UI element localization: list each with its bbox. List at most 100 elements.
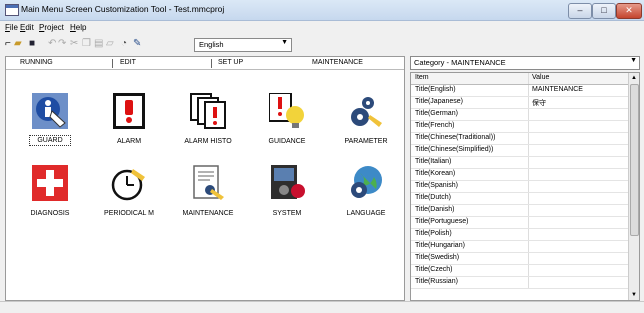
category-value: Category - MAINTENANCE [414,58,506,67]
property-row[interactable]: Title(English) MAINTENANCE [411,85,628,97]
category-tabs: RUNNING EDIT SET UP MAINTENANCE [6,57,404,70]
language-select[interactable]: English ▼ [194,38,292,52]
menu-preview-panel: RUNNING EDIT SET UP MAINTENANCE GUARD AL… [5,56,405,301]
property-value[interactable]: 保守 [532,98,546,108]
column-divider [528,253,529,264]
menu-item-alarm-history[interactable]: ALARM HISTO [170,93,240,163]
alarm-icon [113,93,145,129]
property-row[interactable]: Title(Japanese) 保守 [411,97,628,109]
property-row[interactable]: Title(Hungarian) [411,241,628,253]
property-row[interactable]: Title(Dutch) [411,193,628,205]
column-divider [528,265,529,276]
copy-icon[interactable]: ❐ [82,38,91,50]
guidance-icon [269,93,304,128]
menu-edit[interactable]: Edit [20,23,34,32]
alarm-history-icon [190,93,226,129]
close-button[interactable]: ✕ [616,3,642,19]
minimize-button[interactable]: – [568,3,592,19]
property-row[interactable]: Title(Korean) [411,169,628,181]
tab-divider [112,59,113,68]
cut-icon[interactable]: ✂ [70,38,78,50]
property-row[interactable]: Title(French) [411,121,628,133]
header-value: Value [532,74,550,81]
menu-item-diagnosis[interactable]: DIAGNOSIS [12,165,82,235]
property-row[interactable]: Title(German) [411,109,628,121]
property-row[interactable]: Title(Chinese(Simplified)) [411,145,628,157]
menu-item-label: ALARM HISTO [184,138,232,145]
property-name: Title(Hungarian) [415,242,465,249]
paste-icon[interactable]: ▤ [94,38,103,50]
menu-item-alarm[interactable]: ALARM [91,93,161,163]
tab-divider [211,59,212,68]
parameter-icon [351,97,382,127]
undo-icon[interactable]: ↶ [48,38,56,50]
property-name: Title(Japanese) [415,98,463,105]
menu-item-parameter[interactable]: PARAMETER [328,93,398,163]
open-folder-icon[interactable]: ▰ [14,38,22,50]
column-divider [528,277,529,288]
menu-item-guard[interactable]: GUARD [12,93,82,163]
column-divider [528,193,529,204]
maintenance-icon [193,165,224,200]
menu-file[interactable]: File [5,23,18,32]
save-icon[interactable]: ■ [29,38,35,50]
property-name: Title(English) [415,86,456,93]
property-value[interactable]: MAINTENANCE [532,86,583,93]
property-row[interactable]: Title(Swedish) [411,253,628,265]
menu-item-label: MAINTENANCE [182,210,234,217]
column-divider [528,133,529,144]
category-select[interactable]: Category - MAINTENANCE ▼ [410,56,640,70]
property-name: Title(Chinese(Traditional)) [415,134,496,141]
language-icon [351,166,382,198]
menu-item-system[interactable]: SYSTEM [249,165,319,235]
property-row[interactable]: Title(Spanish) [411,181,628,193]
property-name: Title(Russian) [415,278,458,285]
menu-item-maintenance[interactable]: MAINTENANCE [170,165,240,235]
properties-panel: Category - MAINTENANCE ▼ Item Value Titl… [410,56,640,301]
column-divider [528,97,529,108]
redo-icon[interactable]: ↷ [58,38,66,50]
property-name: Title(Czech) [415,266,453,273]
property-name: Title(French) [415,122,455,129]
property-row[interactable]: Title(Polish) [411,229,628,241]
new-file-icon[interactable]: ⌐ [5,38,11,50]
tab-edit[interactable]: EDIT [120,59,136,66]
guard-icon [32,93,68,129]
delete-icon[interactable]: ▱ [106,38,114,50]
property-row[interactable]: Title(Chinese(Traditional)) [411,133,628,145]
menu-project[interactable]: Project [39,23,64,32]
property-row[interactable]: Title(Italian) [411,157,628,169]
property-name: Title(Italian) [415,158,452,165]
column-divider [528,181,529,192]
menu-item-label: PARAMETER [344,138,388,145]
tab-running[interactable]: RUNNING [20,59,53,66]
preview-icon[interactable]: ◔ [121,38,127,50]
menu-item-periodical-maintenance[interactable]: PERIODICAL M [91,165,161,235]
property-name: Title(Polish) [415,230,452,237]
menu-bar: File Edit Project Help [0,21,644,34]
scroll-down-icon[interactable]: ▼ [629,290,639,300]
scroll-up-icon[interactable]: ▲ [629,73,639,83]
chevron-down-icon: ▼ [281,39,288,46]
property-row[interactable]: Title(Russian) [411,277,628,289]
property-name: Title(Chinese(Simplified)) [415,146,494,153]
column-divider [528,109,529,120]
column-divider [528,85,529,96]
menu-item-label: GUARD [29,135,71,146]
window-title: Main Menu Screen Customization Tool - Te… [21,4,225,14]
scroll-thumb[interactable] [630,84,639,236]
tab-setup[interactable]: SET UP [218,59,243,66]
tab-maintenance[interactable]: MAINTENANCE [312,59,363,66]
property-row[interactable]: Title(Czech) [411,265,628,277]
periodical-maintenance-icon [111,169,145,201]
property-row[interactable]: Title(Portuguese) [411,217,628,229]
maximize-button[interactable]: □ [592,3,616,19]
vertical-scrollbar[interactable]: ▲ ▼ [628,73,639,300]
menu-item-guidance[interactable]: GUIDANCE [249,93,319,163]
property-name: Title(German) [415,110,458,117]
menu-item-label: SYSTEM [272,210,302,217]
menu-item-language[interactable]: LANGUAGE [328,165,398,235]
property-row[interactable]: Title(Danish) [411,205,628,217]
build-icon[interactable]: ✎ [133,38,141,50]
menu-help[interactable]: Help [70,23,86,32]
